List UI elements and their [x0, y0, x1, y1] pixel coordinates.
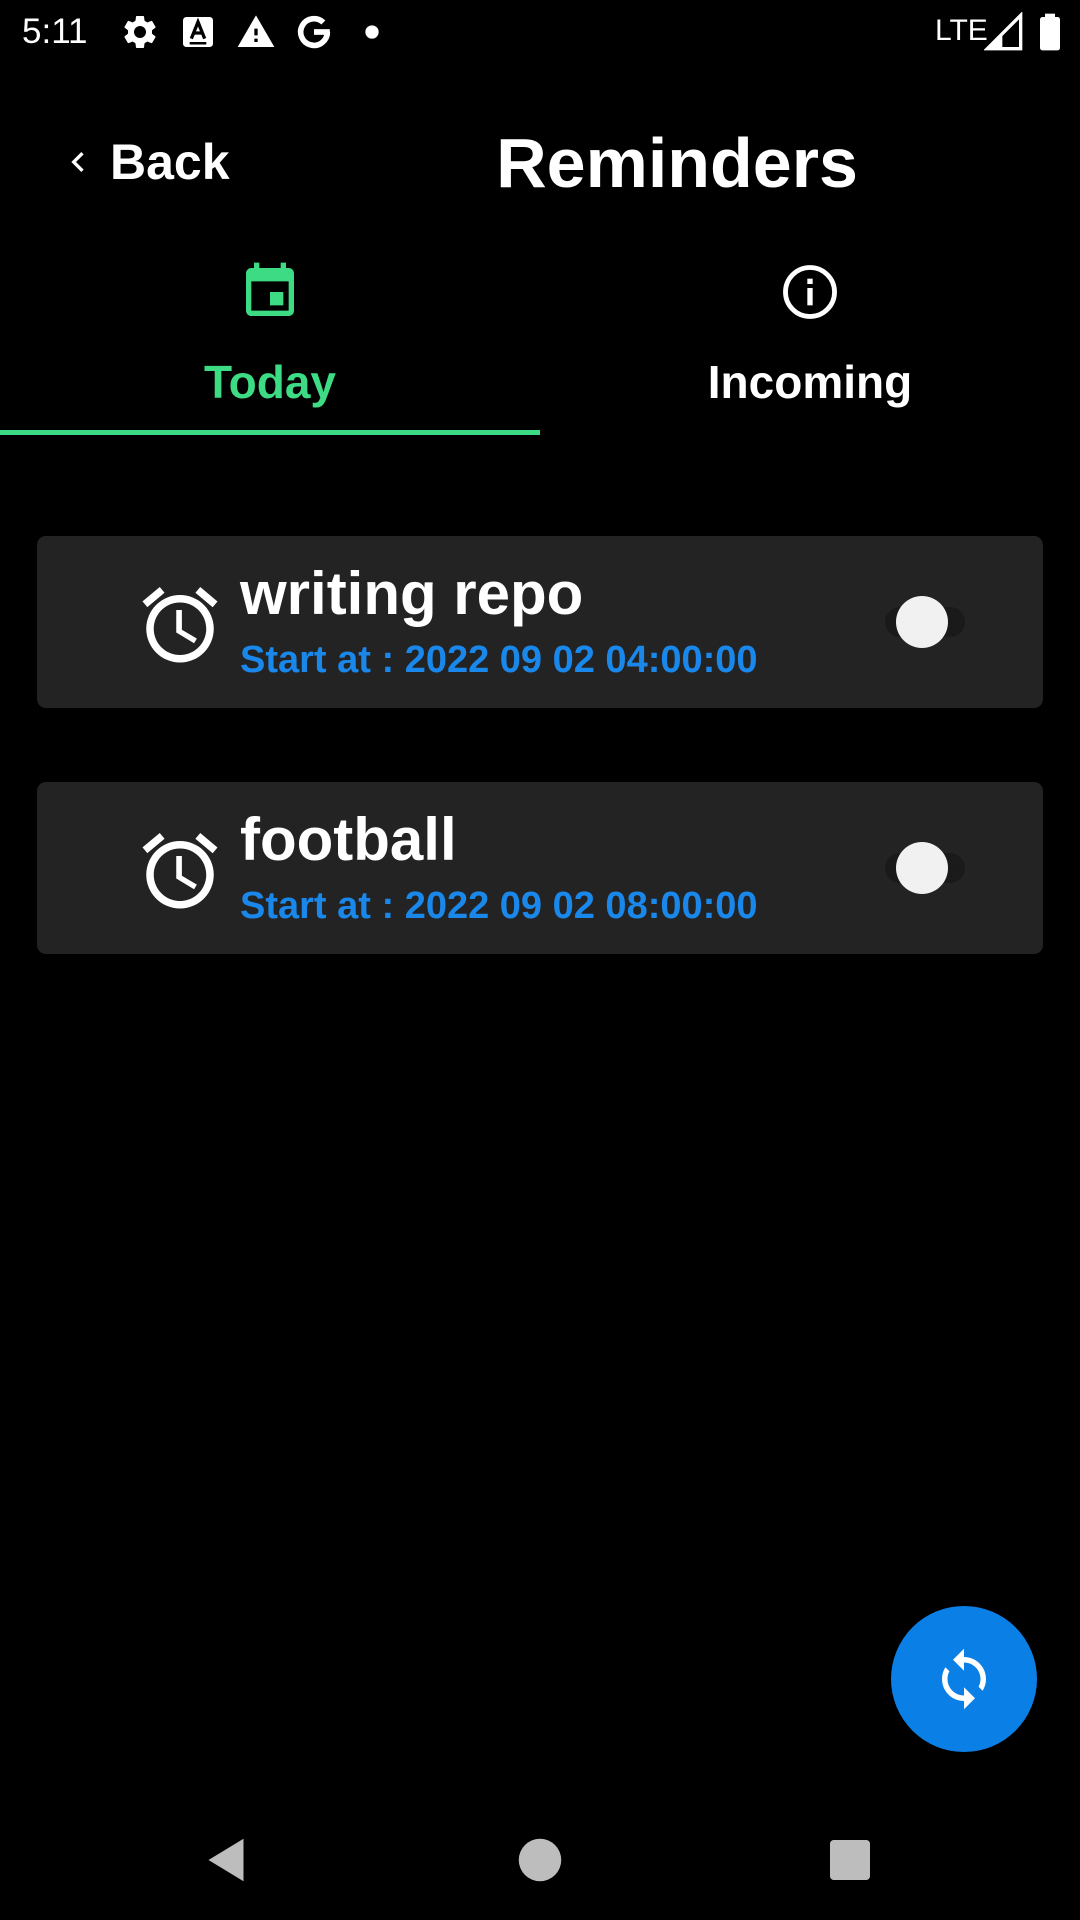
text-a-icon — [178, 12, 218, 52]
nav-home-button[interactable] — [510, 1830, 570, 1890]
tab-bar: Today Incoming — [0, 250, 1080, 436]
tab-today-label: Today — [203, 356, 337, 408]
nav-recents-button[interactable] — [820, 1830, 880, 1890]
reminder-toggle[interactable] — [859, 594, 991, 650]
reminder-title: writing repo — [240, 560, 584, 627]
chevron-left-icon — [71, 152, 84, 172]
alarm-icon — [135, 826, 225, 916]
tab-incoming[interactable]: Incoming — [540, 250, 1080, 436]
battery-icon — [1030, 12, 1070, 52]
nav-recents-icon — [830, 1840, 870, 1880]
info-icon — [778, 260, 842, 324]
back-button[interactable]: Back — [58, 126, 230, 198]
google-icon — [294, 12, 334, 52]
nav-back-button[interactable] — [196, 1830, 256, 1890]
tab-incoming-label: Incoming — [707, 356, 913, 408]
status-time: 5:11 — [22, 12, 88, 51]
toggle-thumb — [896, 596, 948, 648]
reminder-start-time: Start at : 2022 09 02 04:00:00 — [240, 639, 758, 681]
tab-today[interactable]: Today — [0, 250, 540, 436]
reminder-toggle[interactable] — [859, 840, 991, 896]
refresh-icon — [942, 1648, 986, 1710]
reminder-start-time: Start at : 2022 09 02 08:00:00 — [240, 885, 758, 927]
status-bar: 5:11 LTE — [0, 0, 1080, 63]
reminder-title: football — [240, 806, 457, 873]
reminder-card[interactable]: writing repo Start at : 2022 09 02 04:00… — [37, 536, 1043, 708]
refresh-button[interactable] — [891, 1606, 1037, 1752]
back-label: Back — [110, 134, 230, 190]
network-type: LTE — [935, 14, 988, 47]
signal-icon — [984, 12, 1024, 52]
alarm-icon — [135, 580, 225, 670]
warning-icon — [236, 12, 276, 52]
dot-icon — [352, 12, 392, 52]
page-title: Reminders — [496, 124, 858, 202]
navigation-bar — [0, 1800, 1080, 1920]
nav-home-icon — [518, 1838, 562, 1882]
nav-back-icon — [208, 1838, 244, 1882]
reminder-card[interactable]: football Start at : 2022 09 02 08:00:00 — [37, 782, 1043, 954]
toggle-thumb — [896, 842, 948, 894]
tab-selected-indicator — [0, 430, 540, 435]
settings-icon — [120, 12, 160, 52]
calendar-icon — [238, 260, 302, 324]
